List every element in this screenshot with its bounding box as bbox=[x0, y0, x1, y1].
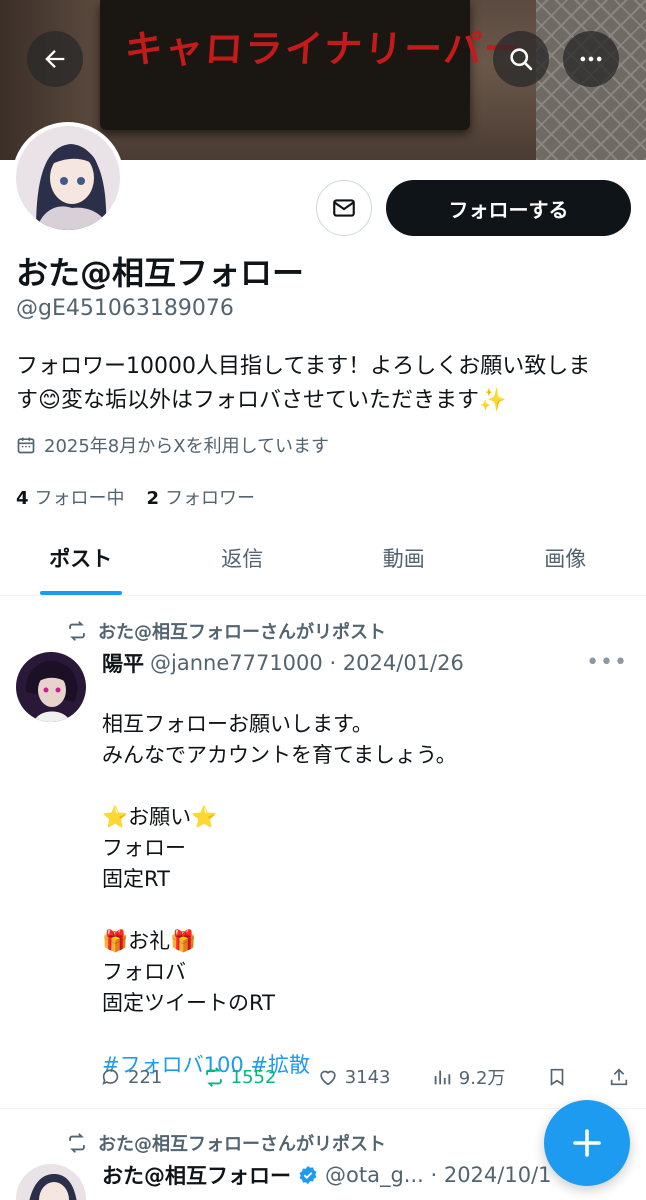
search-button[interactable] bbox=[493, 31, 549, 87]
avatar-image bbox=[16, 652, 86, 722]
repost-label: おた@相互フォローさんがリポスト bbox=[98, 1134, 386, 1155]
verified-badge-icon bbox=[299, 1165, 317, 1185]
sparkles-emoji: ✨ bbox=[478, 388, 507, 413]
profile-avatar[interactable] bbox=[12, 122, 124, 234]
joined-date: 2025年8月からXを利用しています bbox=[16, 432, 329, 458]
tab-replies[interactable]: 返信 bbox=[162, 520, 324, 595]
calendar-icon bbox=[17, 437, 35, 454]
tab-images[interactable]: 画像 bbox=[485, 520, 646, 595]
post-text[interactable]: 相互フォローお願いします。 みんなでアカウントを育てましょう。 ⭐お願い⭐ フォ… bbox=[102, 678, 622, 1112]
following-link[interactable]: 4 フォロー中 bbox=[16, 484, 125, 510]
mail-icon bbox=[333, 199, 355, 217]
bio-line-2: す😊変な垢以外はフォロバさせていただきます✨ bbox=[16, 384, 626, 418]
reply-icon bbox=[102, 1069, 119, 1085]
analytics-icon bbox=[434, 1070, 451, 1085]
more-horizontal-icon bbox=[580, 56, 602, 62]
post-handle-date[interactable]: @janne7771000 · 2024/01/26 bbox=[150, 651, 464, 675]
following-count: 4 bbox=[16, 488, 29, 509]
reply-count: 221 bbox=[128, 1066, 163, 1088]
profile-bio: フォロワー10000人目指してます！よろしくお願い致しま す😊変な垢以外はフォロ… bbox=[16, 350, 626, 418]
following-label: フォロー中 bbox=[34, 488, 125, 509]
more-options-button[interactable] bbox=[563, 31, 619, 87]
arrow-left-icon bbox=[45, 50, 65, 68]
smile-emoji: 😊 bbox=[38, 388, 61, 413]
compose-button[interactable] bbox=[544, 1100, 630, 1186]
bio-line-1: フォロワー10000人目指してます！よろしくお願い致しま bbox=[16, 354, 591, 379]
post-body-text: 相互フォローお願いします。 みんなでアカウントを育てましょう。 ⭐お願い⭐ フォ… bbox=[102, 712, 457, 1015]
joined-text: 2025年8月からXを利用しています bbox=[44, 436, 330, 457]
repost-indicator: おた@相互フォローさんがリポスト bbox=[66, 618, 386, 644]
like-button[interactable]: 3143 bbox=[317, 1064, 391, 1090]
post-author-avatar[interactable] bbox=[16, 652, 86, 722]
display-name: おた@相互フォロー bbox=[16, 254, 305, 292]
post-actions: 221 1552 3143 9.2万 bbox=[100, 1064, 630, 1090]
tab-videos[interactable]: 動画 bbox=[323, 520, 485, 595]
like-count: 3143 bbox=[344, 1066, 391, 1088]
post-more-button[interactable]: ••• bbox=[586, 650, 628, 675]
post-header: 陽平 @janne7771000 · 2024/01/26 bbox=[102, 648, 464, 678]
reply-button[interactable]: 221 bbox=[100, 1064, 162, 1090]
follow-stats: 4 フォロー中 2 フォロワー bbox=[16, 484, 255, 510]
banner-sign-text: キャロライナリーパー bbox=[123, 27, 526, 71]
back-button[interactable] bbox=[27, 31, 83, 87]
message-button[interactable] bbox=[316, 180, 372, 236]
search-icon bbox=[510, 48, 533, 71]
repost-button[interactable]: 1552 bbox=[203, 1064, 277, 1090]
user-handle: @gE451063189076 bbox=[16, 296, 234, 321]
post-handle-date[interactable]: @ota_g... · 2024/10/1 bbox=[325, 1163, 552, 1187]
repost-count: 1552 bbox=[230, 1066, 277, 1088]
post-author-name[interactable]: おた@相互フォロー bbox=[102, 1160, 291, 1190]
view-count: 9.2万 bbox=[458, 1068, 506, 1089]
follow-button[interactable]: フォローする bbox=[386, 180, 631, 236]
post-author-name[interactable]: 陽平 bbox=[102, 648, 144, 678]
bookmark-icon bbox=[550, 1068, 564, 1086]
views-button[interactable]: 9.2万 bbox=[431, 1064, 506, 1090]
avatar-image bbox=[16, 126, 120, 230]
share-button[interactable] bbox=[608, 1064, 630, 1090]
plus-icon bbox=[573, 1129, 601, 1157]
repost-label: おた@相互フォローさんがリポスト bbox=[98, 622, 386, 643]
followers-label: フォロワー bbox=[165, 488, 256, 509]
bio-text: す bbox=[16, 388, 39, 413]
followers-count: 2 bbox=[146, 488, 160, 509]
post-header: おた@相互フォロー @ota_g... · 2024/10/1 bbox=[102, 1160, 552, 1190]
followers-link[interactable]: 2 フォロワー bbox=[147, 484, 256, 510]
profile-tabs: ポスト 返信 動画 画像 bbox=[0, 520, 646, 596]
avatar-image bbox=[16, 1164, 86, 1200]
heart-icon bbox=[320, 1070, 336, 1086]
repost-icon bbox=[69, 1133, 85, 1153]
bio-text: 変な垢以外はフォロバさせていただきます bbox=[60, 388, 479, 413]
share-icon bbox=[610, 1068, 628, 1086]
tab-posts[interactable]: ポスト bbox=[0, 520, 162, 595]
bookmark-button[interactable] bbox=[546, 1064, 568, 1090]
repost-indicator: おた@相互フォローさんがリポスト bbox=[66, 1130, 386, 1156]
repost-icon bbox=[205, 1067, 222, 1087]
post-divider bbox=[0, 1108, 646, 1109]
repost-icon bbox=[69, 621, 85, 641]
post-author-avatar[interactable] bbox=[16, 1164, 86, 1200]
